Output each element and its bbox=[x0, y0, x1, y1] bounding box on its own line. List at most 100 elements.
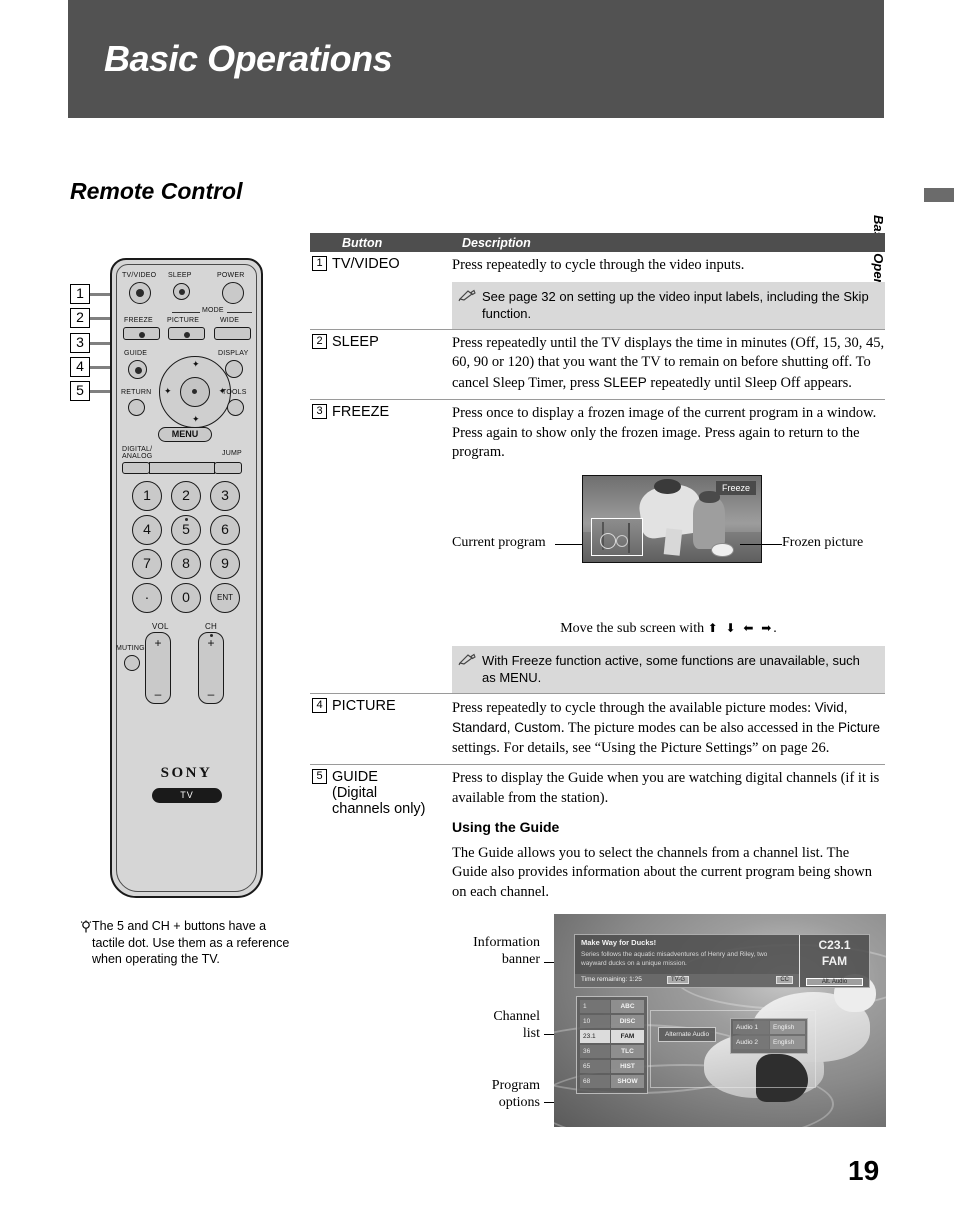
rocker-volume[interactable]: + – bbox=[145, 632, 171, 704]
row-button-label-3: FREEZE bbox=[332, 404, 390, 420]
button-return[interactable] bbox=[128, 399, 145, 416]
guide-label-info-line1: Information bbox=[473, 935, 540, 950]
volume-minus-label: – bbox=[154, 687, 162, 701]
desc-4-part-a: Press repeatedly to cycle through the av… bbox=[452, 699, 815, 716]
rocker-channel[interactable]: + – bbox=[198, 632, 224, 704]
key-4[interactable]: 4 bbox=[132, 515, 162, 545]
button-menu[interactable]: MENU bbox=[158, 427, 212, 442]
mode-rule-right bbox=[227, 312, 252, 314]
freeze-badge: Freeze bbox=[715, 480, 756, 495]
key-1[interactable]: 1 bbox=[132, 481, 162, 511]
row-button-cell: 3 FREEZE bbox=[310, 400, 452, 420]
freeze-caption: Move the sub screen with ⬆ ⬇ ⬅ ➡. bbox=[452, 621, 885, 637]
column-header-description: Description bbox=[462, 236, 531, 250]
key-6[interactable]: 6 bbox=[210, 515, 240, 545]
remote-control-figure: 1 2 3 4 5 TV/VIDEO SLEEP POWER MODE FREE… bbox=[70, 250, 285, 910]
channel-number: 1 bbox=[580, 1000, 610, 1013]
audio-option-row[interactable]: Audio 1 English bbox=[733, 1021, 805, 1034]
dpad-center-button[interactable] bbox=[180, 377, 210, 407]
key-dot[interactable]: · bbox=[132, 583, 162, 613]
label-vol: VOL bbox=[152, 622, 169, 631]
guide-illustration: Information banner Channel list Program … bbox=[440, 912, 890, 1132]
table-row-guide: 5 GUIDE (Digital channels only) Press to … bbox=[310, 765, 885, 908]
edge-tab-marker bbox=[924, 188, 954, 202]
key-7[interactable]: 7 bbox=[132, 549, 162, 579]
button-tools[interactable] bbox=[227, 399, 244, 416]
button-display[interactable] bbox=[225, 360, 243, 378]
label-guide: GUIDE bbox=[124, 350, 148, 357]
button-description-table: Button Description 1 TV/VIDEO Press repea… bbox=[310, 233, 885, 908]
freeze-label-current-program: Current program bbox=[452, 534, 546, 550]
freeze-tv-screen: Freeze bbox=[582, 474, 762, 563]
epg-program-description: Series follows the aquatic misadventures… bbox=[581, 951, 768, 967]
channel-name: TLC bbox=[611, 1045, 644, 1058]
button-wide[interactable] bbox=[214, 327, 251, 340]
button-picture[interactable] bbox=[168, 327, 205, 340]
key-3[interactable]: 3 bbox=[210, 481, 240, 511]
button-freeze[interactable] bbox=[123, 327, 160, 340]
row-button-cell: 4 PICTURE bbox=[310, 694, 452, 714]
desc-2-part-b: repeatedly until Sleep Off appears. bbox=[646, 374, 852, 391]
epg-cc-badge: CC bbox=[776, 975, 793, 984]
dpad-up-icon: ✦ bbox=[192, 360, 200, 370]
desc-2-sleep-keyword: SLEEP bbox=[603, 374, 647, 390]
dpad-left-icon: ✦ bbox=[164, 387, 172, 397]
freeze-sub-screen bbox=[591, 517, 643, 556]
button-power[interactable] bbox=[222, 282, 244, 304]
epg-channel-list[interactable]: 1 ABC 10 DISC 23.1 FAM 36 TLC 65 HIST 68… bbox=[576, 996, 648, 1094]
label-jump: JUMP bbox=[222, 450, 242, 457]
key-2[interactable]: 2 bbox=[171, 481, 201, 511]
rocker-middle bbox=[149, 462, 215, 474]
channel-list-item[interactable]: 10 DISC bbox=[580, 1015, 644, 1028]
row-button-label-1: TV/VIDEO bbox=[332, 256, 400, 272]
freeze-sub-wheel-2 bbox=[616, 534, 628, 547]
epg-alternate-audio-button[interactable]: Alternate Audio bbox=[658, 1027, 717, 1042]
key-ent[interactable]: ENT bbox=[210, 583, 240, 613]
label-ch: CH bbox=[205, 622, 217, 631]
tactile-dot-key-5 bbox=[184, 518, 188, 521]
epg-information-banner: Make Way for Ducks! Series follows the a… bbox=[574, 934, 870, 988]
button-digital-analog[interactable] bbox=[122, 462, 150, 474]
row-button-cell: 5 GUIDE (Digital channels only) bbox=[310, 765, 452, 817]
button-muting[interactable] bbox=[124, 655, 140, 671]
channel-number: 65 bbox=[580, 1060, 610, 1073]
channel-list-item[interactable]: 68 SHOW bbox=[580, 1075, 644, 1088]
key-0[interactable]: 0 bbox=[171, 583, 201, 613]
label-muting: MUTING bbox=[116, 645, 145, 652]
label-return: RETURN bbox=[121, 389, 152, 396]
callout-4: 4 bbox=[70, 357, 90, 377]
guide-label-prog-line1: Program bbox=[491, 1078, 540, 1093]
table-row-picture: 4 PICTURE Press repeatedly to cycle throu… bbox=[310, 694, 885, 765]
key-9[interactable]: 9 bbox=[210, 549, 240, 579]
button-guide[interactable] bbox=[128, 360, 147, 379]
row-description-5: Press to display the Guide when you are … bbox=[452, 765, 885, 908]
button-tv-video[interactable] bbox=[129, 282, 151, 304]
guide-label-channel-list: Channel list bbox=[440, 1008, 540, 1042]
desc-4-part-c: settings. For details, see “Using the Pi… bbox=[452, 739, 830, 756]
audio-option-language: English bbox=[770, 1036, 805, 1049]
audio-option-row[interactable]: Audio 2 English bbox=[733, 1036, 805, 1049]
button-jump[interactable] bbox=[214, 462, 242, 474]
table-header-row: Button Description bbox=[310, 233, 885, 252]
note-text-3: With Freeze function active, some functi… bbox=[482, 652, 860, 685]
label-sleep: SLEEP bbox=[168, 272, 192, 279]
key-8[interactable]: 8 bbox=[171, 549, 201, 579]
epg-banner-footer: Time remaining: 1:25 TV-G CC bbox=[575, 974, 799, 987]
label-freeze: FREEZE bbox=[124, 317, 153, 324]
channel-name: DISC bbox=[611, 1015, 644, 1028]
audio-option-language: English bbox=[770, 1021, 805, 1034]
callout-5: 5 bbox=[70, 381, 90, 401]
label-power: POWER bbox=[217, 272, 245, 279]
row-button-label-2: SLEEP bbox=[332, 333, 379, 350]
channel-list-item[interactable]: 36 TLC bbox=[580, 1045, 644, 1058]
row-number-1: 1 bbox=[312, 256, 327, 271]
channel-list-item-selected[interactable]: 23.1 FAM bbox=[580, 1030, 644, 1043]
page-number: 19 bbox=[848, 1155, 880, 1186]
callout-1: 1 bbox=[70, 284, 90, 304]
button-sleep[interactable] bbox=[173, 283, 190, 300]
dpad-down-icon: ✦ bbox=[192, 415, 200, 425]
page-header-banner: Basic Operations bbox=[68, 0, 884, 118]
channel-list-item[interactable]: 1 ABC bbox=[580, 1000, 644, 1013]
channel-list-item[interactable]: 65 HIST bbox=[580, 1060, 644, 1073]
epg-audio-options-panel[interactable]: Audio 1 English Audio 2 English bbox=[730, 1018, 808, 1054]
